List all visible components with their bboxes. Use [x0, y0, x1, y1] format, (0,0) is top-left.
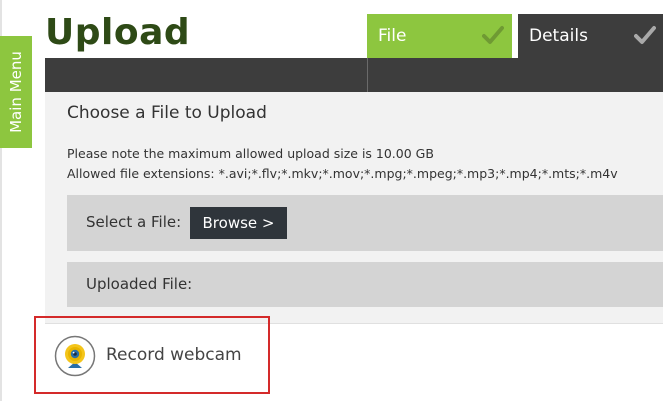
upload-heading: Choose a File to Upload: [67, 103, 267, 123]
step-file-label: File: [378, 26, 407, 46]
uploaded-file-label: Uploaded File:: [86, 275, 193, 293]
main-menu-tab[interactable]: Main Menu: [0, 36, 32, 148]
step-bar: [45, 58, 663, 92]
page-title: Upload: [45, 12, 191, 53]
extensions-note: Allowed file extensions: *.avi;*.flv;*.m…: [67, 166, 618, 181]
select-file-label: Select a File:: [86, 213, 182, 231]
step-tab-details[interactable]: Details: [518, 14, 663, 58]
highlight-box: [34, 316, 270, 394]
step-divider: [367, 58, 368, 92]
browse-button[interactable]: Browse >: [190, 207, 287, 239]
main-menu-label: Main Menu: [7, 51, 26, 133]
checkmark-icon: [482, 26, 504, 44]
size-note: Please note the maximum allowed upload s…: [67, 146, 434, 161]
checkmark-icon: [634, 26, 656, 44]
step-tab-file[interactable]: File: [367, 14, 512, 58]
step-details-label: Details: [529, 26, 588, 46]
